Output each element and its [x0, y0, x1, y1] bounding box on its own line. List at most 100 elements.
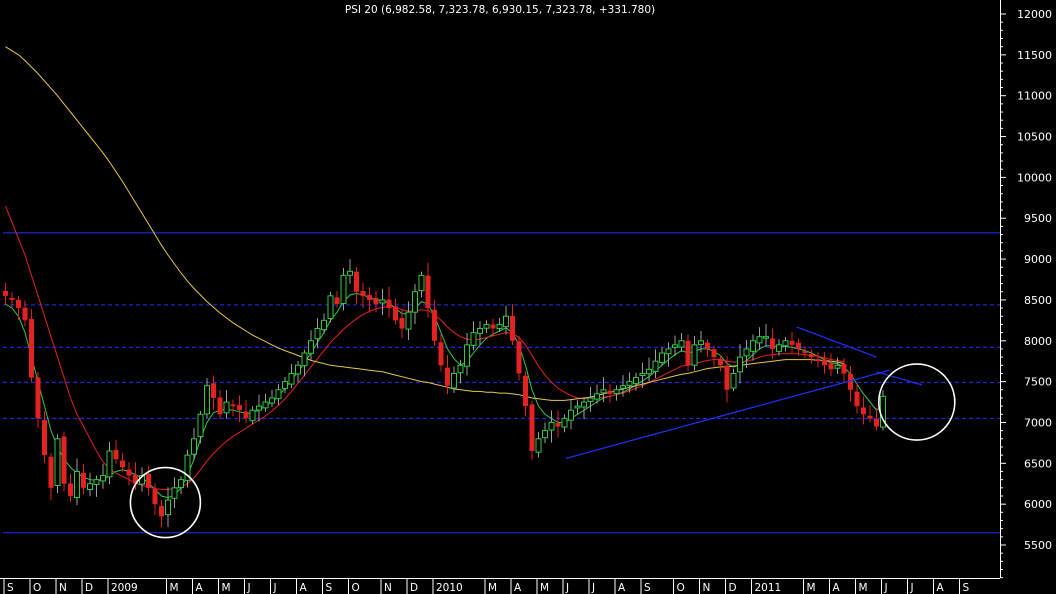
- candle-body-down: [861, 407, 866, 415]
- candle-body-down: [29, 318, 34, 378]
- candle-body-down: [789, 340, 795, 345]
- x-tick-label: A: [196, 582, 204, 594]
- candle-body-up: [620, 385, 626, 389]
- candle-body-down: [724, 365, 730, 390]
- candle-body-down: [854, 391, 860, 407]
- candlestick-chart: 12000 11500 11000 10500 10000 9500 9000 8500 800…: [0, 0, 1056, 594]
- x-tick-label: J: [884, 582, 888, 594]
- candle-body-down: [360, 290, 366, 296]
- candle-body-up: [581, 401, 587, 408]
- candle-body-down: [334, 297, 340, 305]
- candle-body-down: [152, 488, 158, 505]
- candle-body-down: [432, 309, 437, 341]
- candle-body-down: [796, 342, 801, 349]
- chart-title: PSI 20 (6,982.58, 7,323.78, 6,930.15, 7,…: [345, 4, 655, 16]
- x-tick-label: A: [833, 582, 841, 594]
- x-tick-label: D: [729, 582, 737, 594]
- candle-body-down: [555, 423, 561, 427]
- candle-body-up: [763, 336, 769, 339]
- candle-body-down: [159, 505, 164, 517]
- x-tick-label: J: [273, 582, 277, 594]
- candle-body-up: [379, 299, 386, 304]
- x-tick-label: A: [618, 582, 626, 594]
- candle-body-up: [626, 381, 633, 387]
- candle-body-up: [600, 389, 607, 394]
- candle-body-down: [438, 342, 444, 366]
- x-tick-label: S: [963, 582, 970, 594]
- x-tick-label: O: [352, 582, 360, 594]
- candle-body-down: [9, 297, 15, 300]
- candle-body-down: [815, 359, 821, 362]
- x-tick-label: M: [859, 582, 868, 594]
- x-tick-label: M: [170, 582, 179, 594]
- x-tick-label: N: [59, 582, 67, 594]
- x-tick-label: M: [488, 582, 497, 594]
- y-tick-label: 6500: [1024, 457, 1052, 470]
- candle-body-up: [295, 364, 301, 375]
- candle-body-down: [445, 367, 450, 386]
- candle-body-up: [834, 364, 841, 369]
- candle-body-down: [113, 449, 119, 460]
- x-tick-label: M: [807, 582, 816, 594]
- candle-body-up: [659, 352, 665, 363]
- y-tick-label: 10500: [1017, 131, 1052, 144]
- candle-body-up: [347, 270, 353, 276]
- candle-body-up: [548, 421, 555, 431]
- y-tick-label: 11500: [1017, 49, 1052, 62]
- candle-body-down: [874, 418, 879, 427]
- candle-body-down: [126, 469, 132, 476]
- x-tick-label: O: [677, 582, 685, 594]
- candle-body-up: [535, 438, 542, 453]
- candle-body-up: [327, 295, 334, 319]
- candle-body-down: [490, 324, 496, 329]
- candle-body-up: [93, 479, 100, 485]
- candle-body-down: [146, 473, 151, 488]
- candle-body-up: [652, 360, 659, 372]
- candle-body-down: [81, 472, 86, 488]
- chart-background: [0, 0, 1056, 594]
- candle-body-down: [373, 298, 379, 305]
- candle-body-down: [425, 275, 431, 309]
- candle-body-up: [782, 340, 789, 347]
- x-tick-label: S: [644, 582, 651, 594]
- candle-body-down: [3, 290, 8, 296]
- candle-body-down: [22, 307, 28, 321]
- y-tick-label: 11000: [1017, 90, 1052, 103]
- candle-body-up: [288, 372, 295, 385]
- candle-body-up: [301, 352, 308, 367]
- candle-body-down: [828, 363, 834, 370]
- x-tick-label: A: [300, 582, 308, 594]
- y-tick-label: 8500: [1024, 294, 1052, 307]
- candle-body-up: [308, 340, 314, 354]
- x-tick-label: A: [937, 582, 945, 594]
- candle-body-down: [42, 420, 47, 456]
- candle-body-up: [464, 344, 470, 367]
- candle-body-up: [503, 315, 509, 328]
- y-tick-label: 7000: [1024, 416, 1052, 429]
- candle-body-up: [412, 291, 418, 313]
- y-tick-label: 6000: [1024, 498, 1052, 511]
- candle-body-down: [120, 460, 125, 468]
- x-tick-label: S: [7, 582, 14, 594]
- x-tick-label: 2009: [111, 582, 138, 594]
- candle-body-up: [340, 274, 347, 305]
- candle-body-down: [61, 436, 67, 484]
- candle-body-up: [477, 328, 483, 334]
- x-tick-label: O: [33, 582, 41, 594]
- candle-body-up: [74, 470, 80, 499]
- candle-body-down: [393, 306, 398, 321]
- y-tick-label: 7500: [1024, 376, 1052, 389]
- candle-body-up: [672, 344, 678, 348]
- candle-body-up: [197, 413, 204, 438]
- candle-body-up: [165, 499, 171, 516]
- candle-body-down: [243, 411, 249, 419]
- y-tick-label: 12000: [1017, 8, 1052, 21]
- candle-body-up: [223, 401, 230, 414]
- candle-body-down: [516, 341, 522, 374]
- candle-body-up: [756, 336, 763, 344]
- candle-body-up: [249, 409, 256, 422]
- candle-body-down: [217, 397, 223, 415]
- candle-body-up: [646, 368, 652, 375]
- candle-body-down: [386, 299, 392, 309]
- candle-body-down: [705, 342, 710, 349]
